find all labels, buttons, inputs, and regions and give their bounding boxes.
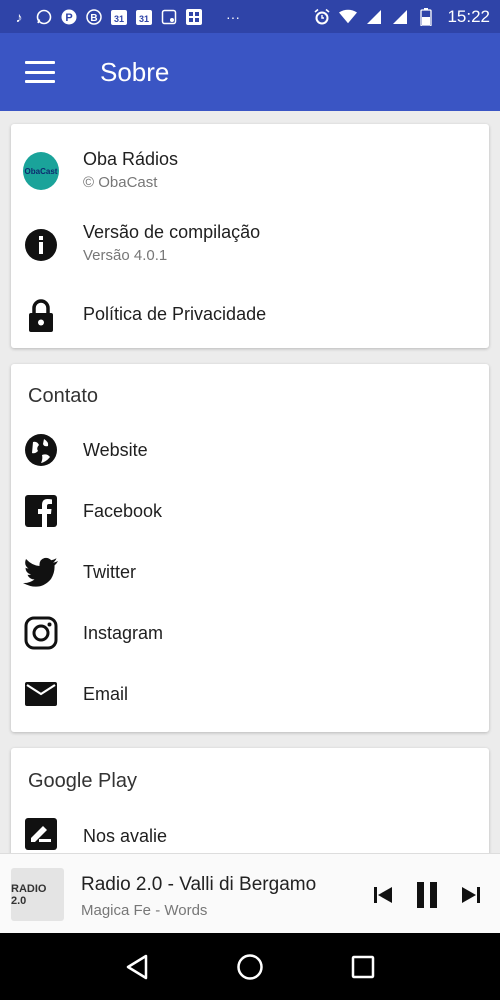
- recents-button[interactable]: [348, 952, 378, 982]
- mini-player[interactable]: RADIO 2.0 Radio 2.0 - Valli di Bergamo M…: [0, 853, 500, 933]
- skip-previous-icon: [374, 887, 392, 903]
- pause-button[interactable]: [412, 880, 442, 910]
- recents-square-icon: [352, 955, 375, 978]
- signal-icon: [365, 8, 383, 26]
- station-thumbnail: RADIO 2.0: [11, 868, 64, 921]
- twitter-label: Twitter: [83, 562, 137, 582]
- contact-item-instagram[interactable]: Instagram: [11, 613, 489, 653]
- back-triangle-icon: [126, 954, 147, 979]
- build-version-row[interactable]: Versão de compilação Versão 4.0.1: [11, 220, 489, 270]
- track-title: Magica Fe - Words: [81, 902, 208, 919]
- signal-icon: [391, 8, 409, 26]
- globe-icon: [23, 432, 59, 468]
- contact-header: Contato: [28, 385, 99, 407]
- rate-app-row[interactable]: Nos avalie: [11, 814, 489, 853]
- page-title: Sobre: [100, 56, 170, 87]
- app-info-row[interactable]: ObaCast Oba Rádios © ObaCast: [11, 146, 489, 196]
- copyright-text: © ObaCast: [83, 174, 158, 191]
- google-play-header: Google Play: [28, 770, 137, 792]
- calendar-31-icon: 31: [135, 8, 153, 26]
- app-grid-icon: [160, 8, 178, 26]
- wifi-icon: [339, 8, 358, 26]
- email-icon: [23, 676, 59, 712]
- home-circle-icon: [237, 953, 263, 980]
- build-version: Versão 4.0.1: [83, 247, 168, 264]
- alarm-icon: [313, 8, 331, 26]
- facebook-icon: [23, 493, 59, 529]
- music-note-icon: ♪: [15, 8, 23, 25]
- about-card: ObaCast Oba Rádios © ObaCast Versão de c…: [11, 124, 489, 348]
- contact-item-website[interactable]: Website: [11, 430, 489, 470]
- status-time: 15:22: [447, 6, 490, 26]
- instagram-label: Instagram: [83, 623, 164, 643]
- app-logo: ObaCast: [23, 152, 59, 190]
- instagram-icon: [23, 615, 59, 651]
- facebook-label: Facebook: [83, 501, 163, 521]
- app-p-icon: P: [60, 8, 78, 26]
- build-label: Versão de compilação: [83, 222, 261, 242]
- email-label: Email: [83, 684, 129, 704]
- info-icon: [23, 227, 59, 263]
- home-button[interactable]: [235, 952, 265, 982]
- notification-icons: ♪ P B 31 31 ···: [10, 8, 242, 26]
- skip-next-icon: [462, 887, 480, 903]
- contact-item-twitter[interactable]: Twitter: [11, 552, 489, 592]
- station-thumbnail-text: RADIO 2.0: [11, 882, 47, 907]
- gallery-icon: [185, 8, 203, 26]
- privacy-label: Política de Privacidade: [83, 304, 267, 324]
- whatsapp-icon: [35, 8, 53, 26]
- back-button[interactable]: [122, 952, 152, 982]
- svg-text:P: P: [65, 12, 72, 24]
- rate-label: Nos avalie: [83, 826, 168, 846]
- status-bar: ♪ P B 31 31 ··· 15:22: [0, 0, 500, 33]
- privacy-policy-row[interactable]: Política de Privacidade: [11, 296, 489, 336]
- contact-item-facebook[interactable]: Facebook: [11, 491, 489, 531]
- system-icons: 15:22: [313, 7, 490, 27]
- previous-button[interactable]: [368, 880, 398, 910]
- content-scroll-area[interactable]: ObaCast Oba Rádios © ObaCast Versão de c…: [0, 111, 500, 853]
- svg-text:B: B: [90, 13, 97, 24]
- logo-text: ObaCast: [24, 166, 58, 176]
- system-navigation-bar: [0, 933, 500, 1000]
- svg-text:31: 31: [139, 14, 149, 24]
- pause-icon: [417, 882, 437, 908]
- rate-icon: [23, 816, 59, 852]
- lock-icon: [23, 298, 59, 334]
- hamburger-menu-icon[interactable]: [25, 61, 55, 83]
- svg-text:31: 31: [114, 14, 124, 24]
- app-name: Oba Rádios: [83, 149, 179, 169]
- battery-icon: [417, 7, 435, 26]
- twitter-icon: [23, 554, 59, 590]
- google-play-card: Google Play Nos avalie: [11, 748, 489, 853]
- station-title: Radio 2.0 - Valli di Bergamo: [81, 874, 317, 895]
- more-dots-icon: ···: [226, 8, 240, 25]
- calendar-31-icon: 31: [110, 8, 128, 26]
- website-label: Website: [83, 440, 148, 460]
- contact-card: Contato Website Facebook Twitter Instagr…: [11, 364, 489, 732]
- contact-item-email[interactable]: Email: [11, 674, 489, 714]
- app-bar: Sobre: [0, 33, 500, 111]
- app-b-icon: B: [85, 8, 103, 26]
- next-button[interactable]: [456, 880, 486, 910]
